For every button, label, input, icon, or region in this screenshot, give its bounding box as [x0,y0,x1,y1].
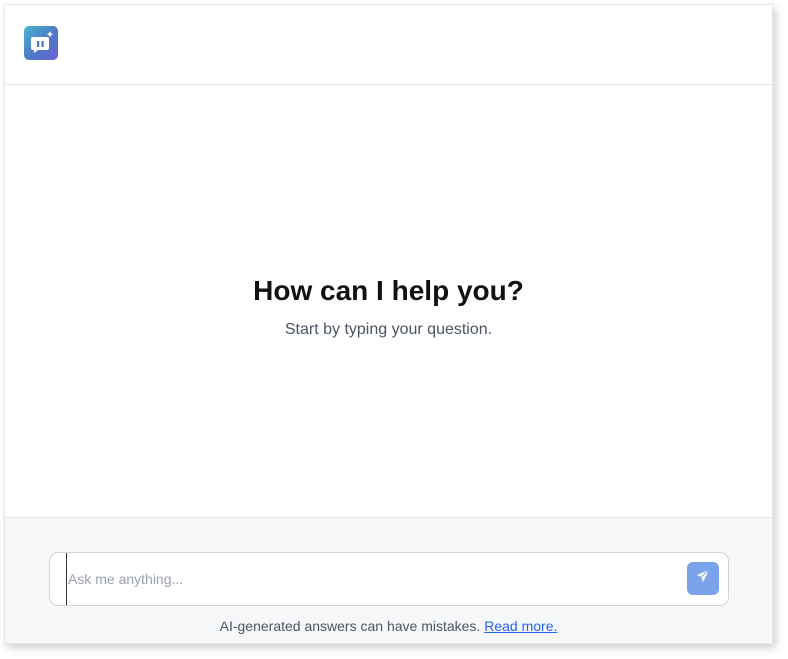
message-input-box[interactable] [49,552,729,606]
paper-plane-icon [696,569,710,588]
app-logo-icon [24,26,58,60]
disclaimer: AI-generated answers can have mistakes. … [5,618,772,634]
welcome-subtext: Start by typing your question. [284,321,493,338]
send-button[interactable] [687,562,719,595]
chat-window: How can I help you? Start by typing your… [4,4,773,644]
welcome-heading: How can I help you? [253,275,524,306]
message-input[interactable] [66,553,666,605]
header [5,5,772,85]
disclaimer-text: AI-generated answers can have mistakes. [219,618,481,634]
main-area: How can I help you? Start by typing your… [5,85,772,517]
read-more-link[interactable]: Read more. [484,618,557,634]
composer-footer: AI-generated answers can have mistakes. … [5,517,772,643]
